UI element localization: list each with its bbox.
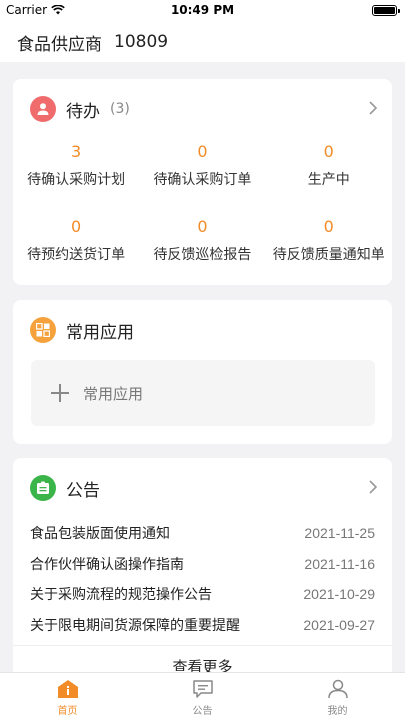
notice-item[interactable]: 关于采购流程的规范操作公告 2021-10-29 [30, 579, 375, 610]
apps-grid-icon [30, 317, 56, 343]
apps-header: 常用应用 [30, 317, 378, 343]
todo-card: 待办 (3) 3 待确认采购计划 0 待确认采购订单 0 生产中 0 待预约送货… [13, 79, 392, 285]
notice-item-title: 关于采购流程的规范操作公告 [30, 587, 212, 604]
notice-board-icon [30, 475, 56, 501]
todo-value: 3 [71, 142, 82, 161]
tab-label: 首页 [57, 706, 78, 717]
todo-label: 待确认采购计划 [27, 172, 126, 188]
todo-label: 待反馈巡检报告 [153, 247, 252, 263]
tab-profile[interactable]: 我的 [270, 673, 405, 720]
app-header: 食品供应商 10809 [0, 22, 405, 62]
notice-item-date: 2021-09-27 [303, 616, 375, 633]
todo-value: 0 [71, 217, 82, 236]
todo-value: 0 [197, 142, 208, 161]
todo-label: 生产中 [307, 172, 350, 188]
todo-row: 0 待预约送货订单 0 待反馈巡检报告 0 待反馈质量通知单 [13, 216, 392, 291]
status-bar: Carrier 10:49 PM [0, 0, 405, 22]
apps-title: 常用应用 [66, 322, 134, 343]
notice-item[interactable]: 关于限电期间货源保障的重要提醒 2021-09-27 [30, 610, 375, 641]
tab-bar: 首页 公告 我的 [0, 672, 405, 720]
notice-title: 公告 [66, 480, 100, 501]
tab-home[interactable]: 首页 [0, 673, 135, 720]
todo-item-inspection-report[interactable]: 0 待反馈巡检报告 [139, 216, 265, 291]
status-time: 10:49 PM [170, 3, 235, 17]
battery-icon [372, 5, 400, 16]
notice-item-title: 关于限电期间货源保障的重要提醒 [30, 617, 240, 634]
todo-item-confirm-plan[interactable]: 3 待确认采购计划 [13, 141, 139, 216]
home-icon [57, 680, 78, 698]
company-id: 10809 [114, 32, 169, 52]
apps-card: 常用应用 常用应用 [13, 300, 392, 444]
todo-label: 待预约送货订单 [27, 247, 126, 263]
notice-item-date: 2021-11-25 [304, 525, 375, 542]
todo-item-delivery-booking[interactable]: 0 待预约送货订单 [13, 216, 139, 291]
add-app-label: 常用应用 [83, 384, 144, 403]
todo-grid: 3 待确认采购计划 0 待确认采购订单 0 生产中 0 待预约送货订单 0 待反… [13, 141, 392, 291]
todo-count: (3) [110, 101, 130, 117]
todo-label: 待确认采购订单 [153, 172, 252, 188]
todo-title: 待办 [66, 101, 100, 122]
notice-item-title: 食品包装版面使用通知 [30, 526, 170, 543]
notice-item[interactable]: 食品包装版面使用通知 2021-11-25 [30, 518, 375, 549]
todo-value: 0 [197, 217, 208, 236]
todo-item-confirm-order[interactable]: 0 待确认采购订单 [139, 141, 265, 216]
todo-label: 待反馈质量通知单 [272, 247, 385, 263]
notice-header[interactable]: 公告 [30, 475, 378, 501]
tab-notice[interactable]: 公告 [135, 673, 270, 720]
todo-item-quality-notice[interactable]: 0 待反馈质量通知单 [266, 216, 392, 291]
divider [13, 645, 392, 646]
tab-label: 我的 [327, 706, 348, 717]
todo-row: 3 待确认采购计划 0 待确认采购订单 0 生产中 [13, 141, 392, 216]
notice-item[interactable]: 合作伙伴确认函操作指南 2021-11-16 [30, 549, 375, 580]
notice-item-date: 2021-11-16 [304, 555, 375, 572]
todo-header[interactable]: 待办 (3) [30, 96, 378, 122]
user-stamp-icon [30, 96, 56, 122]
notice-list: 食品包装版面使用通知 2021-11-25 合作伙伴确认函操作指南 2021-1… [30, 518, 375, 640]
notice-card: 公告 食品包装版面使用通知 2021-11-25 合作伙伴确认函操作指南 202… [13, 458, 392, 688]
todo-value: 0 [323, 217, 334, 236]
todo-value: 0 [323, 142, 334, 161]
notice-item-title: 合作伙伴确认函操作指南 [30, 556, 184, 573]
todo-item-in-production[interactable]: 0 生产中 [266, 141, 392, 216]
tab-label: 公告 [192, 706, 213, 717]
company-name: 食品供应商 [17, 34, 102, 55]
notice-item-date: 2021-10-29 [303, 586, 375, 603]
add-common-app-button[interactable]: 常用应用 [31, 360, 375, 426]
chevron-right-icon[interactable] [368, 480, 378, 494]
user-icon [327, 679, 348, 699]
message-icon [192, 680, 213, 698]
plus-icon [51, 384, 69, 402]
chevron-right-icon[interactable] [368, 101, 378, 115]
